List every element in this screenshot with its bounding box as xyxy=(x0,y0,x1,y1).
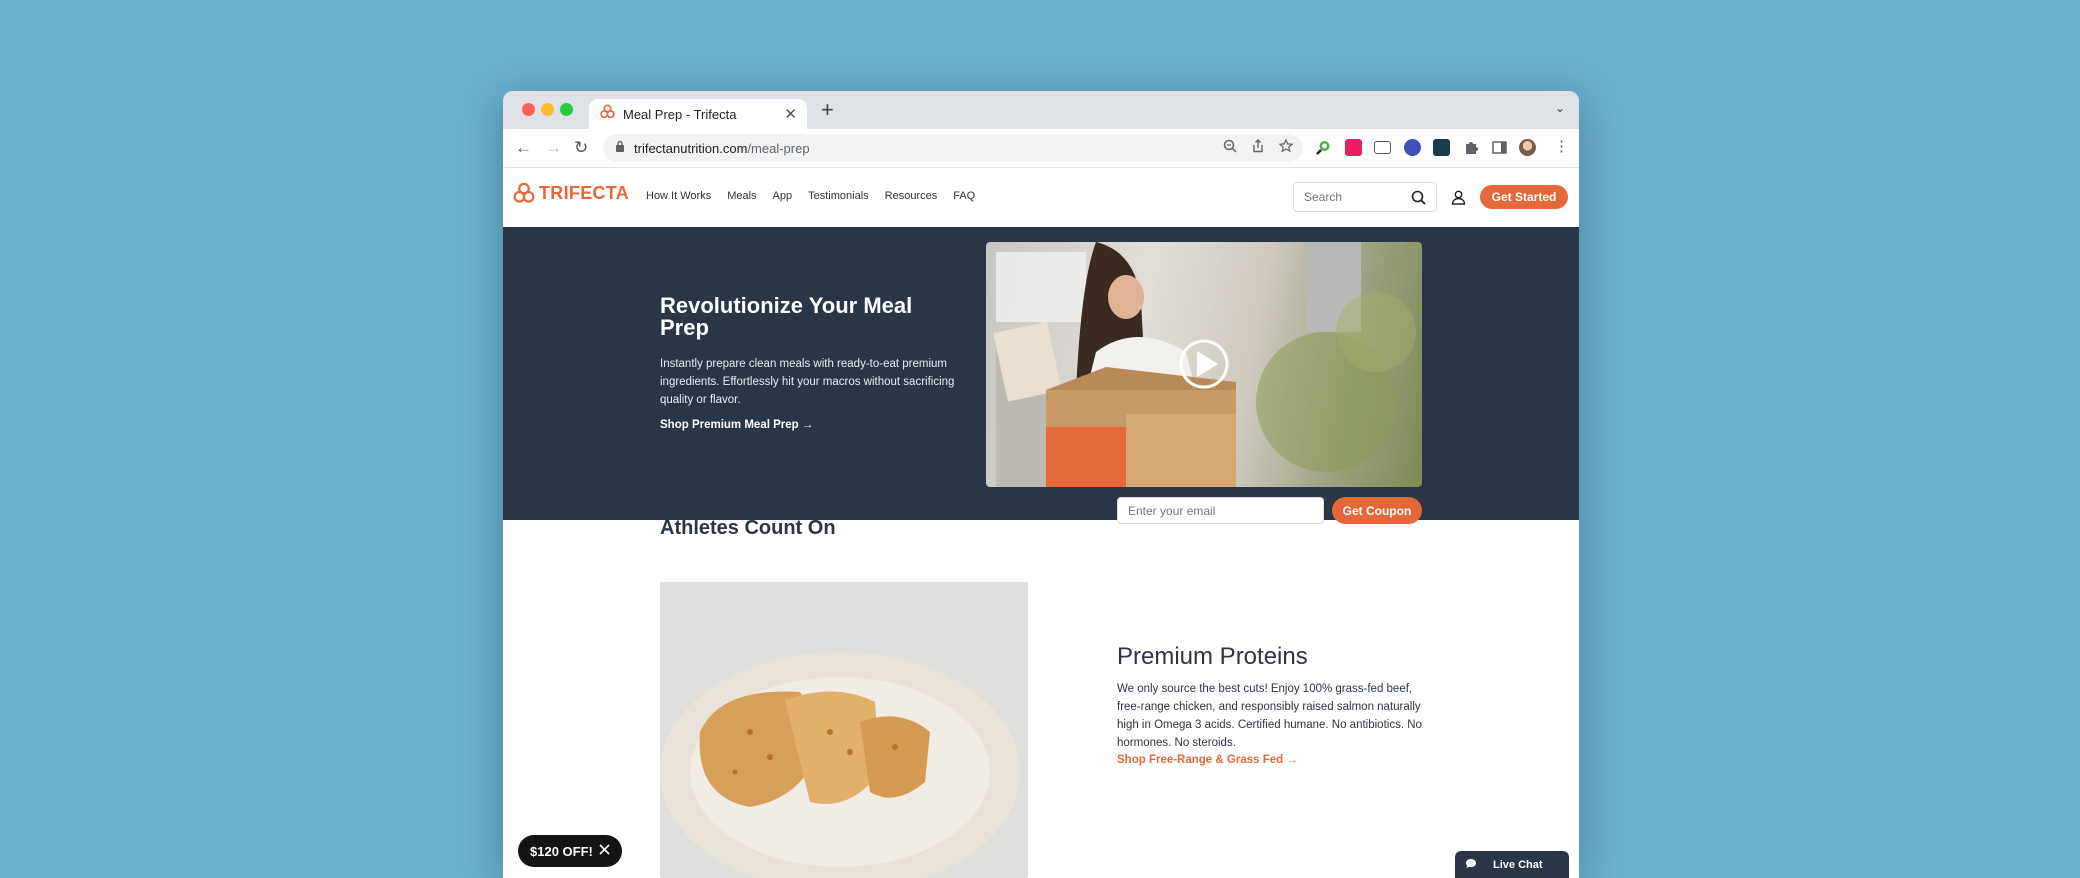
extension-react-icon[interactable] xyxy=(1404,139,1421,156)
close-badge-icon[interactable] xyxy=(599,842,610,860)
premium-proteins-description: We only source the best cuts! Enjoy 100%… xyxy=(1117,683,1422,749)
get-started-button[interactable]: Get Started xyxy=(1480,185,1568,209)
browser-window: Meal Prep - Trifecta ✕ + ⌄ ← → ↻ trifect… xyxy=(503,91,1579,878)
live-chat-button[interactable]: Live Chat xyxy=(1455,851,1569,878)
tab-search-chevron-icon[interactable]: ⌄ xyxy=(1555,101,1565,115)
address-bar[interactable]: trifectanutrition.com/meal-prep xyxy=(603,134,1303,162)
nav-faq[interactable]: FAQ xyxy=(953,190,975,202)
video-thumbnail xyxy=(993,242,1416,487)
back-button[interactable]: ← xyxy=(515,138,532,158)
new-tab-button[interactable]: + xyxy=(821,97,834,123)
shop-premium-link[interactable]: Shop Premium Meal Prep → xyxy=(660,419,813,431)
hero-section: Revolutionize Your Meal Prep Instantly p… xyxy=(503,227,1579,520)
search-icon[interactable] xyxy=(1411,190,1426,210)
extension-app-icon[interactable] xyxy=(1433,139,1450,156)
share-icon[interactable] xyxy=(1251,139,1265,158)
discount-badge[interactable]: $120 OFF! xyxy=(518,835,622,867)
trifecta-logo-icon xyxy=(513,182,535,203)
discount-badge-text: $120 OFF! xyxy=(530,843,593,859)
extension-grid-icon[interactable] xyxy=(1345,139,1362,156)
bookmark-star-icon[interactable] xyxy=(1278,138,1294,158)
forward-button[interactable]: → xyxy=(545,138,562,158)
zoom-icon[interactable] xyxy=(1223,139,1237,158)
close-tab-icon[interactable]: ✕ xyxy=(784,107,797,122)
shop-free-range-link[interactable]: Shop Free-Range & Grass Fed → xyxy=(1117,754,1298,766)
get-coupon-button[interactable]: Get Coupon xyxy=(1332,497,1422,524)
browser-menu-icon[interactable]: ⋮ xyxy=(1554,137,1569,157)
nav-testimonials[interactable]: Testimonials xyxy=(808,190,869,202)
lock-icon xyxy=(615,139,625,157)
live-chat-label: Live Chat xyxy=(1493,858,1543,871)
profile-avatar[interactable] xyxy=(1519,139,1536,156)
hero-video[interactable] xyxy=(986,242,1422,487)
extension-screen-icon[interactable] xyxy=(1374,141,1391,154)
extension-search-icon[interactable] xyxy=(1315,139,1332,156)
nav-meals[interactable]: Meals xyxy=(727,190,756,202)
tab-title: Meal Prep - Trifecta xyxy=(623,106,737,122)
side-panel-icon[interactable] xyxy=(1491,139,1508,156)
promo-title: Save on the Meal System Top Athletes Cou… xyxy=(660,496,940,539)
minimize-window-button[interactable] xyxy=(541,103,554,116)
salmon-plate-image xyxy=(660,582,1028,878)
main-nav: How It Works Meals App Testimonials Reso… xyxy=(646,190,975,202)
webpage: TRIFECTA How It Works Meals App Testimon… xyxy=(503,168,1579,878)
premium-proteins-title: Premium Proteins xyxy=(1117,643,1308,670)
trifecta-logo[interactable]: TRIFECTA xyxy=(513,182,629,204)
hero-description: Instantly prepare clean meals with ready… xyxy=(660,358,955,406)
nav-how-it-works[interactable]: How It Works xyxy=(646,190,711,202)
extensions-puzzle-icon[interactable] xyxy=(1463,139,1480,156)
nav-resources[interactable]: Resources xyxy=(885,190,938,202)
account-icon[interactable] xyxy=(1451,190,1466,210)
nav-app[interactable]: App xyxy=(773,190,793,202)
tab-strip: Meal Prep - Trifecta ✕ + ⌄ xyxy=(503,91,1579,129)
chat-bubble-icon xyxy=(1465,856,1477,874)
hero-title: Revolutionize Your Meal Prep xyxy=(660,293,913,340)
site-header: TRIFECTA How It Works Meals App Testimon… xyxy=(503,168,1579,227)
logo-text: TRIFECTA xyxy=(539,182,630,203)
close-window-button[interactable] xyxy=(522,103,535,116)
tab-meal-prep[interactable]: Meal Prep - Trifecta ✕ xyxy=(589,99,807,129)
trifecta-favicon-icon xyxy=(600,104,615,124)
url-text: trifectanutrition.com/meal-prep xyxy=(634,140,810,156)
reload-button[interactable]: ↻ xyxy=(574,138,588,158)
browser-toolbar: ← → ↻ trifectanutrition.com/meal-prep ⋮ xyxy=(503,129,1579,168)
maximize-window-button[interactable] xyxy=(560,103,573,116)
email-input[interactable] xyxy=(1117,497,1324,524)
